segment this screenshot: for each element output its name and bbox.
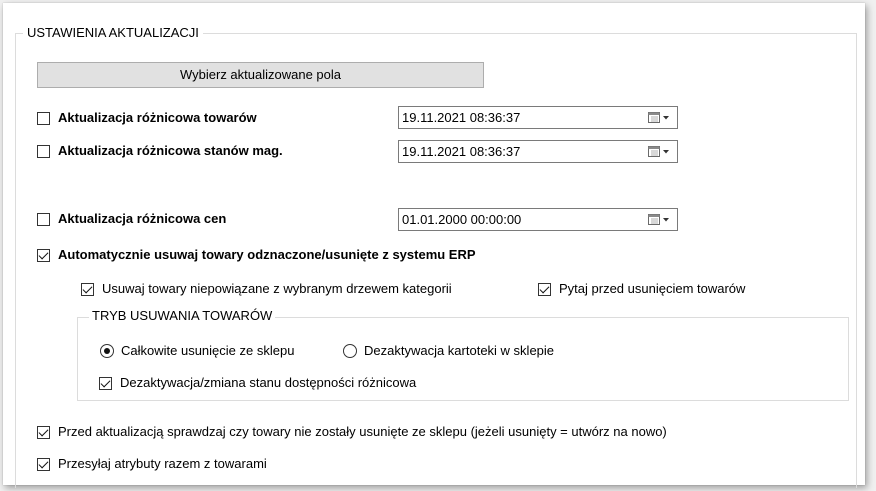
- ask-before-remove-checkbox[interactable]: Pytaj przed usunięciem towarów: [538, 281, 745, 297]
- remove-unlinked-box[interactable]: [81, 282, 94, 296]
- auto-remove-box[interactable]: [37, 248, 50, 262]
- radio-full-removal[interactable]: Całkowite usunięcie ze sklepu: [100, 343, 294, 359]
- diff-products-label: Aktualizacja różnicowa towarów: [58, 110, 257, 125]
- diff-prices-datetime-picker[interactable]: 01.01.2000 00:00:00: [398, 208, 678, 231]
- radio-deactivate-card-label: Dezaktywacja kartoteki w sklepie: [364, 343, 555, 358]
- diff-deactivation-box[interactable]: [99, 376, 112, 390]
- diff-products-box[interactable]: [37, 111, 50, 125]
- remove-unlinked-label: Usuwaj towary niepowiązane z wybranym dr…: [102, 281, 452, 296]
- diff-stock-checkbox[interactable]: Aktualizacja różnicowa stanów mag.: [37, 143, 283, 159]
- diff-prices-box[interactable]: [37, 212, 50, 226]
- remove-unlinked-checkbox[interactable]: Usuwaj towary niepowiązane z wybranym dr…: [81, 281, 452, 297]
- diff-stock-label: Aktualizacja różnicowa stanów mag.: [58, 143, 283, 158]
- check-before-update-box[interactable]: [37, 425, 50, 439]
- send-attributes-checkbox[interactable]: Przesyłaj atrybuty razem z towarami: [37, 456, 267, 472]
- diff-prices-checkbox[interactable]: Aktualizacja różnicowa cen: [37, 211, 226, 227]
- radio-deactivate-card-button[interactable]: [343, 344, 357, 358]
- auto-remove-checkbox[interactable]: Automatycznie usuwaj towary odznaczone/u…: [37, 247, 476, 263]
- ask-before-remove-label: Pytaj przed usunięciem towarów: [559, 281, 746, 296]
- diff-prices-datetime[interactable]: 01.01.2000 00:00:00: [399, 212, 643, 227]
- calendar-dropdown-icon[interactable]: [643, 107, 677, 128]
- settings-panel: USTAWIENIA AKTUALIZACJI Wybierz aktualiz…: [3, 3, 865, 488]
- removal-mode-title: TRYB USUWANIA TOWARÓW: [89, 308, 276, 324]
- check-before-update-label: Przed aktualizacją sprawdzaj czy towary …: [58, 424, 667, 439]
- diff-products-datetime-picker[interactable]: 19.11.2021 08:36:37: [398, 106, 678, 129]
- diff-deactivation-checkbox[interactable]: Dezaktywacja/zmiana stanu dostępności ró…: [99, 375, 416, 391]
- radio-full-removal-label: Całkowite usunięcie ze sklepu: [121, 343, 295, 358]
- diff-stock-datetime[interactable]: 19.11.2021 08:36:37: [399, 144, 643, 159]
- calendar-dropdown-icon[interactable]: [643, 141, 677, 162]
- auto-remove-label: Automatycznie usuwaj towary odznaczone/u…: [58, 247, 476, 262]
- diff-stock-datetime-picker[interactable]: 19.11.2021 08:36:37: [398, 140, 678, 163]
- diff-deactivation-label: Dezaktywacja/zmiana stanu dostępności ró…: [120, 375, 417, 390]
- radio-deactivate-card[interactable]: Dezaktywacja kartoteki w sklepie: [343, 343, 554, 359]
- group-title: USTAWIENIA AKTUALIZACJI: [23, 25, 203, 41]
- diff-products-checkbox[interactable]: Aktualizacja różnicowa towarów: [37, 110, 257, 126]
- check-before-update-checkbox[interactable]: Przed aktualizacją sprawdzaj czy towary …: [37, 424, 667, 440]
- diff-products-datetime[interactable]: 19.11.2021 08:36:37: [399, 110, 643, 125]
- diff-stock-box[interactable]: [37, 144, 50, 158]
- select-fields-button[interactable]: Wybierz aktualizowane pola: [37, 62, 484, 88]
- diff-prices-label: Aktualizacja różnicowa cen: [58, 211, 227, 226]
- calendar-dropdown-icon[interactable]: [643, 209, 677, 230]
- radio-full-removal-button[interactable]: [100, 344, 114, 358]
- send-attributes-box[interactable]: [37, 457, 50, 471]
- ask-before-remove-box[interactable]: [538, 282, 551, 296]
- send-attributes-label: Przesyłaj atrybuty razem z towarami: [58, 456, 267, 471]
